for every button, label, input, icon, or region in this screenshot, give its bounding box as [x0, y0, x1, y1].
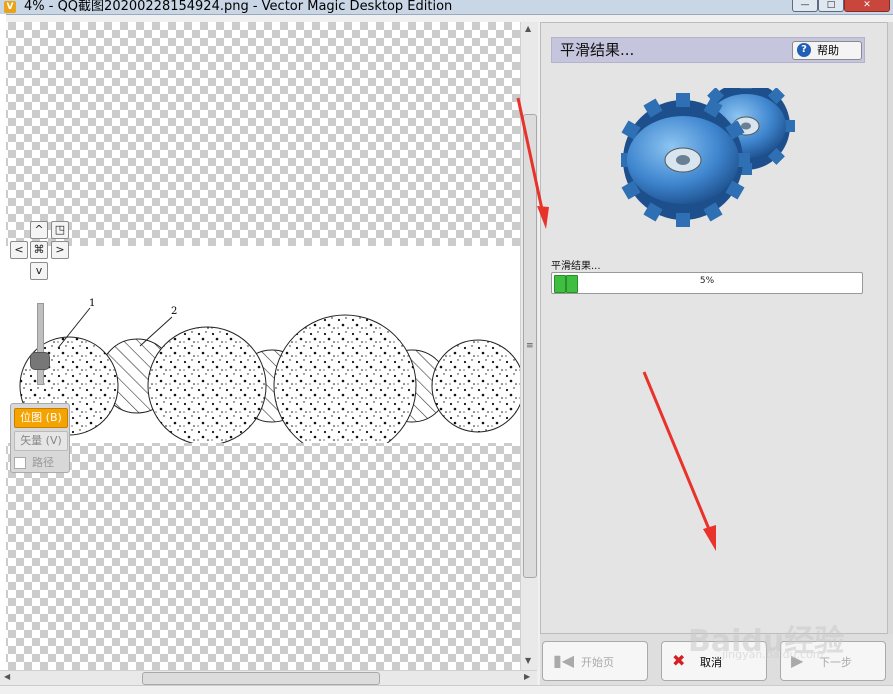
- paths-label: 路径: [32, 456, 54, 469]
- label-2: 2: [171, 306, 177, 317]
- label-1: 1: [89, 298, 95, 309]
- window-title: 4% - QQ截图20200228154924.png - Vector Mag…: [24, 0, 453, 14]
- help-icon: ?: [797, 43, 811, 57]
- maximize-button[interactable]: □: [818, 0, 844, 12]
- paths-checkbox-row[interactable]: 路径: [14, 454, 54, 470]
- progress-label: 平滑结果...: [551, 261, 601, 272]
- paths-checkbox[interactable]: [14, 457, 26, 469]
- scroll-right-arrow[interactable]: ▶: [524, 672, 530, 681]
- scroll-left-arrow[interactable]: ◀: [4, 672, 10, 681]
- leader-line-2: [139, 316, 173, 347]
- horizontal-scrollbar[interactable]: ◀ ▶: [0, 670, 537, 685]
- scroll-down-arrow[interactable]: ▼: [525, 656, 531, 665]
- help-button[interactable]: ? 帮助: [792, 41, 862, 60]
- scroll-grip-icon: ≡: [526, 341, 534, 351]
- progress-percent: 5%: [699, 276, 715, 286]
- panel-title: 平滑结果...: [560, 41, 635, 59]
- drawing-image: 1 2: [0, 246, 520, 458]
- title-bar: V 4% - QQ截图20200228154924.png - Vector M…: [0, 0, 893, 15]
- progress-bar: 5%: [551, 272, 863, 294]
- horizontal-scroll-thumb[interactable]: [142, 672, 380, 685]
- view-mode-panel: 位图 (B) 矢量 (V) 路径: [10, 403, 70, 473]
- pan-up-button[interactable]: ^: [30, 221, 48, 239]
- scroll-up-arrow[interactable]: ▲: [525, 24, 531, 33]
- bitmap-canvas[interactable]: 1 2: [0, 22, 520, 670]
- help-label: 帮助: [817, 44, 839, 57]
- pan-left-button[interactable]: <: [10, 241, 28, 259]
- pan-center-button[interactable]: ⌘: [30, 241, 48, 259]
- drawing-svg: 1 2: [19, 298, 520, 458]
- zoom-slider-thumb[interactable]: [30, 352, 50, 370]
- vertical-scrollbar[interactable]: ▲ ≡ ▼: [520, 22, 538, 670]
- wizard-panel: 平滑结果... ? 帮助 平滑结果... 5%: [540, 22, 889, 634]
- gears-icon: [621, 88, 795, 227]
- vertical-scroll-thumb[interactable]: ≡: [523, 114, 537, 578]
- canvas-left-edge: [0, 14, 6, 693]
- rewind-icon: ▮◀: [553, 651, 575, 670]
- watermark-url: jingyan.baidu.com: [722, 648, 824, 661]
- close-button[interactable]: ✕: [844, 0, 890, 12]
- bitmap-mode-button[interactable]: 位图 (B): [14, 408, 68, 428]
- right-window-edge: [887, 22, 893, 693]
- fit-view-button[interactable]: ◳: [51, 221, 69, 239]
- panel-header: 平滑结果... ? 帮助: [551, 37, 865, 63]
- minimize-button[interactable]: —: [792, 0, 818, 12]
- baidu-watermark: Baidu经验 jingyan.baidu.com: [688, 596, 888, 666]
- vector-mode-button[interactable]: 矢量 (V): [14, 431, 68, 451]
- zoom-slider-track[interactable]: [37, 303, 44, 385]
- cancel-x-icon: ✖: [672, 651, 686, 670]
- app-icon: V: [4, 1, 16, 13]
- pan-down-button[interactable]: v: [30, 262, 48, 280]
- start-page-button[interactable]: ▮◀ 开始页: [542, 641, 648, 681]
- start-page-label: 开始页: [581, 656, 614, 669]
- pan-right-button[interactable]: >: [51, 241, 69, 259]
